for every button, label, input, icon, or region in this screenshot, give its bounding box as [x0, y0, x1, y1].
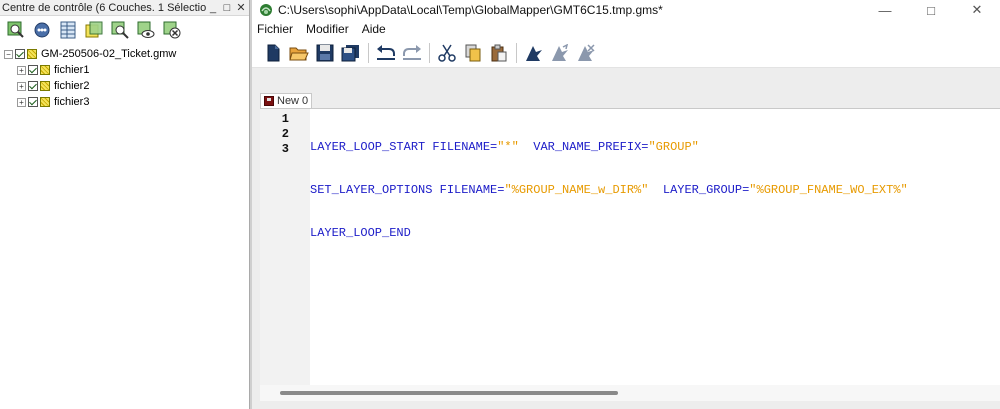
- paste-icon[interactable]: [488, 42, 510, 64]
- panel-close-button[interactable]: ✕: [235, 1, 247, 14]
- close-layer-icon[interactable]: [160, 19, 184, 41]
- panel-float-button[interactable]: □: [221, 2, 233, 14]
- maximize-button[interactable]: □: [908, 3, 954, 18]
- code-keyword: LAYER_LOOP_END: [310, 226, 411, 240]
- workspace-icon: [27, 49, 37, 59]
- tree-item-fichier2[interactable]: + fichier2: [0, 78, 249, 94]
- layer-label[interactable]: fichier3: [54, 96, 89, 108]
- control-center-panel: Centre de contrôle (6 Couches. 1 Sélecti…: [0, 0, 249, 409]
- document-tabstrip: New 0: [260, 93, 313, 108]
- layer-icon: [40, 65, 50, 75]
- collapse-icon[interactable]: −: [4, 49, 13, 59]
- menu-bar: Fichier Modifier Aide: [252, 20, 1000, 38]
- tree-item-fichier1[interactable]: + fichier1: [0, 62, 249, 78]
- unsaved-disk-icon: [264, 96, 274, 106]
- code-line-3: LAYER_LOOP_END: [310, 226, 1000, 241]
- script-editor-window: C:\Users\sophi\AppData\Local\Temp\Global…: [252, 0, 1000, 409]
- code-string: "*": [497, 140, 519, 154]
- minimize-button[interactable]: —: [862, 3, 908, 18]
- redo-icon[interactable]: [401, 42, 423, 64]
- layer-icon: [40, 81, 50, 91]
- layer-visibility-checkbox[interactable]: [28, 81, 38, 91]
- add-layer-icon[interactable]: [4, 19, 28, 41]
- line-number-gutter: 1 2 3: [260, 109, 310, 385]
- toolbar-separator: [516, 42, 517, 63]
- editor-window-title: C:\Users\sophi\AppData\Local\Temp\Global…: [278, 3, 663, 17]
- open-folder-icon[interactable]: [288, 42, 310, 64]
- cut-icon[interactable]: [436, 42, 458, 64]
- layer-visibility-checkbox[interactable]: [15, 49, 25, 59]
- workspace-label[interactable]: GM-250506-02_Ticket.gmw: [41, 48, 176, 60]
- control-center-titlebar: Centre de contrôle (6 Couches. 1 Sélecti…: [0, 0, 249, 16]
- code-line-1: LAYER_LOOP_START FILENAME="*" VAR_NAME_P…: [310, 140, 1000, 155]
- code-keyword: VAR_NAME_PREFIX=: [518, 140, 649, 154]
- new-file-icon[interactable]: [262, 42, 284, 64]
- table-icon[interactable]: [56, 19, 80, 41]
- code-line-2: SET_LAYER_OPTIONS FILENAME="%GROUP_NAME_…: [310, 183, 1000, 198]
- code-string: "%GROUP_FNAME_WO_EXT%": [749, 183, 908, 197]
- code-keyword: SET_LAYER_OPTIONS: [310, 183, 433, 197]
- search-layer-icon[interactable]: [108, 19, 132, 41]
- code-keyword: LAYER_LOOP_START: [310, 140, 426, 154]
- tree-root-row[interactable]: − GM-250506-02_Ticket.gmw: [0, 46, 249, 62]
- editor-toolbar: [252, 38, 1000, 68]
- code-string: "GROUP": [648, 140, 699, 154]
- tab-new-0[interactable]: New 0: [260, 93, 313, 108]
- panel-minimize-button[interactable]: _: [207, 2, 219, 14]
- save-icon[interactable]: [314, 42, 336, 64]
- menu-aide[interactable]: Aide: [362, 22, 386, 36]
- code-string: "%GROUP_NAME_w_DIR%": [504, 183, 649, 197]
- tab-label: New 0: [277, 95, 309, 107]
- code-editor[interactable]: 1 2 3 LAYER_LOOP_START FILENAME="*" VAR_…: [260, 108, 1000, 401]
- editor-titlebar: C:\Users\sophi\AppData\Local\Temp\Global…: [252, 0, 1000, 20]
- layer-visibility-checkbox[interactable]: [28, 65, 38, 75]
- horizontal-scrollbar[interactable]: [260, 385, 1000, 401]
- global-mapper-logo-icon: [260, 4, 272, 16]
- bookmark-icon[interactable]: [523, 42, 545, 64]
- bookmark-prev-icon[interactable]: [549, 42, 571, 64]
- layer-icon: [40, 97, 50, 107]
- code-keyword: LAYER_GROUP=: [648, 183, 750, 197]
- expand-icon[interactable]: +: [17, 81, 26, 91]
- bookmark-next-icon[interactable]: [575, 42, 597, 64]
- code-text-area[interactable]: LAYER_LOOP_START FILENAME="*" VAR_NAME_P…: [310, 112, 1000, 269]
- layer-label[interactable]: fichier1: [54, 64, 89, 76]
- line-number: 3: [281, 142, 289, 156]
- close-button[interactable]: ✕: [954, 2, 1000, 18]
- copy-icon[interactable]: [462, 42, 484, 64]
- layer-visibility-checkbox[interactable]: [28, 97, 38, 107]
- layer-tree: − GM-250506-02_Ticket.gmw + fichier1 + f…: [0, 44, 249, 110]
- control-center-toolbar: [0, 16, 249, 44]
- undo-icon[interactable]: [375, 42, 397, 64]
- code-keyword: FILENAME=: [432, 183, 505, 197]
- code-keyword: FILENAME=: [425, 140, 498, 154]
- line-number: 2: [281, 127, 289, 141]
- save-all-icon[interactable]: [340, 42, 362, 64]
- menu-fichier[interactable]: Fichier: [257, 22, 293, 36]
- line-number: 1: [281, 112, 289, 126]
- layer-props-icon[interactable]: [82, 19, 106, 41]
- control-center-title: Centre de contrôle (6 Couches. 1 Sélecti…: [2, 1, 207, 14]
- expand-icon[interactable]: +: [17, 97, 26, 107]
- menu-modifier[interactable]: Modifier: [306, 22, 349, 36]
- scrollbar-thumb[interactable]: [280, 391, 618, 395]
- view-layer-icon[interactable]: [134, 19, 158, 41]
- tree-item-fichier3[interactable]: + fichier3: [0, 94, 249, 110]
- expand-icon[interactable]: +: [17, 65, 26, 75]
- online-data-icon[interactable]: [30, 19, 54, 41]
- layer-label[interactable]: fichier2: [54, 80, 89, 92]
- toolbar-separator: [429, 42, 430, 63]
- toolbar-separator: [368, 42, 369, 63]
